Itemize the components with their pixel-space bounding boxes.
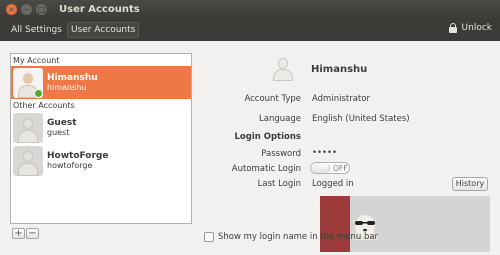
watermark-logo <box>320 196 490 252</box>
show-login-name-checkbox[interactable] <box>204 232 214 242</box>
toolbar: All Settings User Accounts Unlock <box>0 19 500 41</box>
breadcrumb-user-accounts[interactable]: User Accounts <box>66 22 140 38</box>
language-label: Language <box>259 114 301 124</box>
language-value[interactable]: English (United States) <box>312 114 410 124</box>
account-username: howtoforge <box>47 160 93 170</box>
user-full-name[interactable]: Himanshu <box>311 64 367 75</box>
unlock-button[interactable]: Unlock <box>448 23 492 33</box>
unlock-label: Unlock <box>461 23 492 33</box>
password-value[interactable]: ••••• <box>312 148 337 158</box>
remove-user-button[interactable]: − <box>26 228 39 239</box>
login-options-heading: Login Options <box>234 132 301 142</box>
user-avatar-icon[interactable] <box>271 57 295 81</box>
toggle-state-label: OFF <box>333 164 348 173</box>
account-name: HowtoForge <box>47 150 109 161</box>
automatic-login-label: Automatic Login <box>231 164 301 174</box>
avatar <box>13 67 43 98</box>
add-user-button[interactable]: + <box>12 228 25 239</box>
account-type-label: Account Type <box>244 94 301 104</box>
logged-in-badge-icon <box>34 88 43 98</box>
title-bar: × – □ User Accounts <box>0 0 500 19</box>
account-list: My Account Himanshu himanshu Other Accou… <box>10 53 192 224</box>
show-login-name-label[interactable]: Show my login name in the menu bar <box>218 232 378 242</box>
section-other-accounts: Other Accounts <box>13 101 75 110</box>
account-item-howtoforge[interactable]: HowtoForge howtoforge <box>11 144 191 177</box>
section-my-account: My Account <box>13 56 60 65</box>
last-login-label: Last Login <box>257 179 301 189</box>
account-type-value[interactable]: Administrator <box>312 94 370 104</box>
avatar <box>13 145 43 176</box>
account-name: Guest <box>47 117 77 128</box>
password-label: Password <box>261 149 301 159</box>
account-name: Himanshu <box>47 72 98 83</box>
window-title: User Accounts <box>59 4 140 15</box>
breadcrumb-all-settings[interactable]: All Settings <box>8 23 65 37</box>
account-username: himanshu <box>47 82 87 92</box>
account-list-buttons: + − <box>12 228 40 239</box>
last-login-value: Logged in <box>312 179 354 189</box>
automatic-login-toggle[interactable]: OFF <box>310 162 350 174</box>
account-item-guest[interactable]: Guest guest <box>11 111 191 144</box>
maximize-icon[interactable]: □ <box>36 4 47 15</box>
close-icon[interactable]: × <box>6 4 17 15</box>
lock-icon <box>448 23 457 33</box>
history-button[interactable]: History <box>452 177 488 191</box>
minimize-icon[interactable]: – <box>21 4 32 15</box>
account-username: guest <box>47 127 70 137</box>
avatar <box>13 112 43 143</box>
account-item-himanshu[interactable]: Himanshu himanshu <box>11 66 191 99</box>
